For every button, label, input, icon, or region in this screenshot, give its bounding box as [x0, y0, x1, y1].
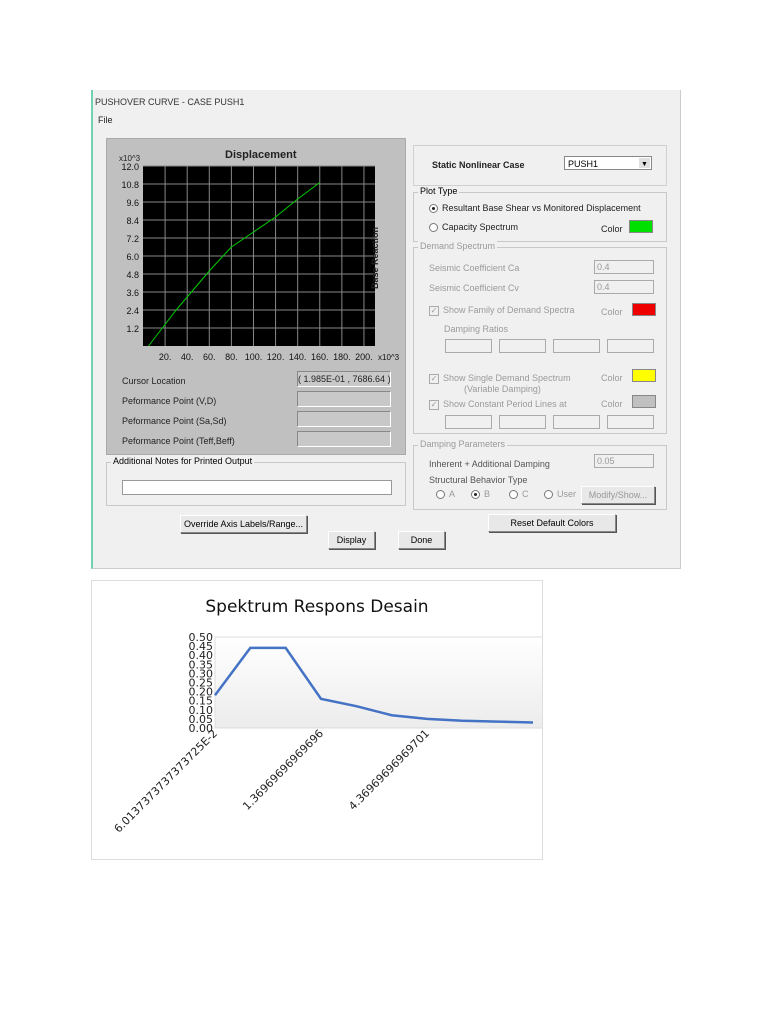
y-tick-label: 9.6 [126, 198, 139, 208]
y-tick-label: 1.2 [126, 324, 139, 334]
x-tick-label: 180. [333, 352, 351, 362]
radio-c[interactable]: C [509, 489, 529, 500]
damping-ratio-3[interactable] [553, 339, 600, 353]
y-tick-label: 7.2 [126, 234, 139, 244]
cv-input[interactable]: 0.4 [594, 280, 654, 294]
case-label: Static Nonlinear Case [432, 160, 525, 170]
notes-group: Additional Notes for Printed Output [106, 456, 406, 506]
family-color-swatch[interactable] [632, 303, 656, 316]
x-scale: x10^3 [378, 353, 400, 362]
x-tick-label: 140. [289, 352, 307, 362]
x-tick-label: 80. [225, 352, 238, 362]
period-2[interactable] [499, 415, 546, 429]
readout-label: Peformance Point (Teff,Beff) [122, 436, 235, 446]
x-tick-label: 4.36969696969701 [346, 727, 432, 813]
color-label: Color [601, 399, 623, 409]
y-tick-label: 3.6 [126, 288, 139, 298]
plot-panel: Displacement x10^3 20. 40. 60. 80. 100. 120. 1… [106, 138, 406, 455]
spectrum-plot: 0.500.450.400.350.300.250.200.150.100.05… [112, 631, 542, 835]
x-tick-label: 6.0137373737373725E-2 [112, 727, 220, 835]
plot-type-legend: Plot Type [418, 186, 460, 196]
readout-value [297, 411, 391, 427]
readout-value [297, 431, 391, 447]
reset-colors-button[interactable]: Reset Default Colors [488, 514, 616, 532]
y-axis-label: Base Reaction [370, 226, 380, 289]
y-tick-label: 2.4 [126, 306, 139, 316]
x-tick-label: 1.36969696969696 [240, 727, 326, 813]
radio-a[interactable]: A [436, 489, 455, 500]
window-title: PUSHOVER CURVE - CASE PUSH1 [95, 97, 245, 107]
damping-ratio-1[interactable] [445, 339, 492, 353]
case-group: Static Nonlinear Case PUSH1 ▼ [413, 145, 667, 186]
damping-ratio-2[interactable] [499, 339, 546, 353]
period-color-swatch[interactable] [632, 395, 656, 408]
radio-base-shear[interactable]: Resultant Base Shear vs Monitored Displa… [429, 203, 641, 214]
period-lines-checkbox[interactable]: ✓ Show Constant Period Lines at [429, 399, 567, 410]
chevron-down-icon[interactable]: ▼ [639, 158, 650, 168]
x-tick-label: 200. [355, 352, 373, 362]
curve-color-swatch[interactable] [629, 220, 653, 233]
variable-damping-label: (Variable Damping) [464, 384, 541, 394]
x-tick-label: 40. [181, 352, 194, 362]
damping-ratio-4[interactable] [607, 339, 654, 353]
ca-label: Seismic Coefficient Ca [429, 263, 520, 273]
response-spectrum-chart: Spektrum Respons Desain 0.50 0.45 0.40 0.35… [91, 580, 543, 860]
override-axis-button[interactable]: Override Axis Labels/Range... [180, 515, 307, 533]
radio-user[interactable]: User [544, 489, 576, 500]
damping-group: Damping Parameters Inherent + Additional… [413, 439, 667, 510]
color-label: Color [601, 373, 623, 383]
plot-type-group: Plot Type Resultant Base Shear vs Monito… [413, 186, 667, 242]
x-tick-label: 60. [203, 352, 216, 362]
display-button[interactable]: Display [328, 531, 375, 549]
damping-legend: Damping Parameters [418, 439, 508, 449]
cv-label: Seismic Coefficient Cv [429, 283, 519, 293]
damping-ratios-label: Damping Ratios [444, 324, 509, 334]
radio-capacity-spectrum[interactable]: Capacity Spectrum [429, 222, 518, 233]
period-3[interactable] [553, 415, 600, 429]
single-color-swatch[interactable] [632, 369, 656, 382]
y-tick-label: 4.8 [126, 270, 139, 280]
single-spectrum-checkbox[interactable]: ✓ Show Single Demand Spectrum [429, 373, 571, 384]
readout-value [297, 391, 391, 407]
demand-legend: Demand Spectrum [418, 241, 498, 251]
inherent-input[interactable]: 0.05 [594, 454, 654, 468]
readout-label: Cursor Location [122, 376, 186, 386]
period-4[interactable] [607, 415, 654, 429]
behavior-label: Structural Behavior Type [429, 475, 528, 485]
done-button[interactable]: Done [398, 531, 445, 549]
x-tick-label: 20. [159, 352, 172, 362]
ca-input[interactable]: 0.4 [594, 260, 654, 274]
case-value: PUSH1 [568, 159, 599, 169]
x-tick-label: 160. [311, 352, 329, 362]
x-tick-label: 120. [267, 352, 285, 362]
family-checkbox[interactable]: ✓ Show Family of Demand Spectra [429, 305, 575, 316]
readout-label: Peformance Point (Sa,Sd) [122, 416, 227, 426]
menu-file[interactable]: File [98, 115, 113, 125]
period-1[interactable] [445, 415, 492, 429]
color-label: Color [601, 307, 623, 317]
readout-value: ( 1.985E-01 , 7686.64 ) [297, 371, 391, 387]
radio-b[interactable]: B [471, 489, 490, 500]
notes-legend: Additional Notes for Printed Output [111, 456, 255, 466]
modify-show-button[interactable]: Modify/Show... [581, 486, 655, 504]
notes-input[interactable] [122, 480, 392, 495]
y-tick-label: 12.0 [121, 162, 139, 172]
color-label: Color [601, 224, 623, 234]
x-tick-label: 100. [245, 352, 263, 362]
y-tick-label: 6.0 [126, 252, 139, 262]
case-select[interactable]: PUSH1 ▼ [564, 156, 652, 170]
y-tick-label: 8.4 [126, 216, 139, 226]
demand-spectrum-group: Demand Spectrum Seismic Coefficient Ca 0… [413, 241, 667, 434]
inherent-label: Inherent + Additional Damping [429, 459, 550, 469]
pushover-window: PUSHOVER CURVE - CASE PUSH1 File Displac… [91, 90, 681, 569]
pushover-plot[interactable]: 20. 40. 60. 80. 100. 120. 140. 160. 180. 200. 12.0… [107, 139, 405, 369]
y-tick-label: 10.8 [121, 180, 139, 190]
plot-area [214, 636, 542, 729]
readout-label: Peformance Point (V,D) [122, 396, 217, 406]
